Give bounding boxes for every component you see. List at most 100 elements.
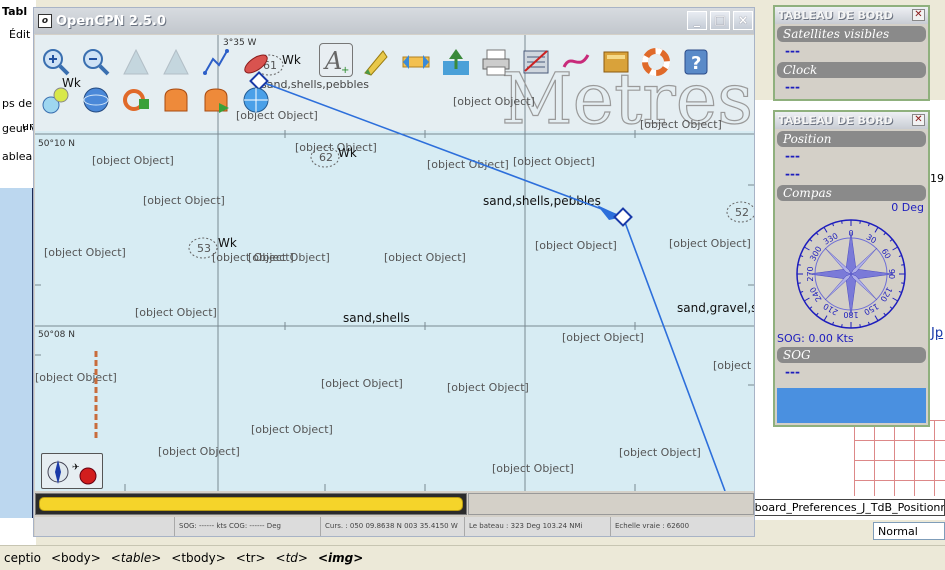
window-titlebar[interactable]: o OpenCPN 2.5.0 _ □ × bbox=[34, 8, 754, 34]
breadcrumb-item[interactable]: <table> bbox=[111, 551, 162, 565]
plugin-icon-2[interactable] bbox=[199, 83, 233, 117]
sounding: [object Object] bbox=[135, 306, 217, 319]
compass-tick bbox=[889, 306, 893, 310]
host-table-grid bbox=[854, 420, 945, 496]
breadcrumb-item: ceptio bbox=[4, 551, 41, 565]
dashboard-value: --- bbox=[785, 149, 800, 163]
compass-tick bbox=[797, 264, 801, 266]
sounding: [object Object] bbox=[92, 154, 174, 167]
status-cursor: Curs. : 050 09.8638 N 003 35.4150 W bbox=[321, 517, 465, 536]
scale-out-icon[interactable] bbox=[159, 45, 193, 79]
dashboard-title[interactable]: TABLEAU DE BORD ✕ bbox=[775, 112, 928, 129]
ship-boat-icon[interactable] bbox=[239, 45, 273, 79]
status-sog-cog: SOG: ------ kts COG: ------ Deg bbox=[175, 517, 321, 536]
sounding: [object Object] bbox=[35, 371, 117, 384]
plugin-icon-1[interactable] bbox=[159, 83, 193, 117]
circled-depth: 62 bbox=[319, 151, 333, 164]
breadcrumb-item[interactable]: <body> bbox=[51, 551, 101, 565]
sounding: [object Object] bbox=[669, 237, 751, 250]
sounding: [object Object] bbox=[251, 423, 333, 436]
host-fragment: 19p bbox=[930, 172, 945, 185]
style-select[interactable]: Normal bbox=[873, 522, 945, 540]
sounding: [object Object] bbox=[492, 462, 574, 475]
host-menu-fragment[interactable]: Édit bbox=[9, 28, 30, 41]
north-up-button[interactable]: ✈ bbox=[41, 453, 103, 489]
progress-empty-area bbox=[468, 493, 754, 515]
close-button[interactable]: × bbox=[733, 11, 753, 30]
seabed-label: sand,shells,pebbles bbox=[483, 194, 601, 208]
svg-text:A: A bbox=[323, 47, 342, 75]
dashboard-value: --- bbox=[785, 80, 800, 94]
compass-tick bbox=[815, 312, 819, 316]
html-breadcrumb: ceptio <body> <table> <tbody> <tr> <td> … bbox=[0, 545, 945, 570]
gps-status-icon[interactable] bbox=[39, 83, 73, 117]
tracking-icon[interactable] bbox=[559, 45, 593, 79]
text-a-icon[interactable]: A + bbox=[319, 43, 353, 77]
lifering-icon[interactable] bbox=[639, 45, 673, 79]
seabed-label: sand,shells bbox=[343, 311, 410, 325]
mob-icon[interactable] bbox=[119, 83, 153, 117]
dashboard-panel-1: TABLEAU DE BORD ✕ Satellites visibles --… bbox=[773, 5, 930, 101]
sounding: [object Object] bbox=[143, 194, 225, 207]
route-waypoint[interactable] bbox=[613, 207, 633, 227]
minimize-button[interactable]: _ bbox=[687, 11, 707, 30]
host-link-fragment[interactable]: Jp bbox=[931, 326, 943, 341]
breadcrumb-item[interactable]: <td> bbox=[276, 551, 308, 565]
globe-icon[interactable] bbox=[79, 83, 113, 117]
print-icon[interactable] bbox=[479, 45, 513, 79]
sounding: [object Object] bbox=[384, 251, 466, 264]
compass-tick bbox=[892, 297, 899, 302]
maximize-button[interactable]: □ bbox=[710, 11, 730, 30]
dashboard-section-label: Compas bbox=[777, 185, 926, 201]
compass-tick bbox=[823, 315, 828, 322]
window-title: OpenCPN 2.5.0 bbox=[56, 13, 166, 29]
route-icon[interactable] bbox=[199, 45, 233, 79]
host-field-fragment: ps de bbox=[2, 97, 32, 110]
compass-dial: 0306090120150180210240270300330 bbox=[796, 219, 906, 329]
scale-in-icon[interactable] bbox=[119, 45, 153, 79]
main-toolbar: A + ? bbox=[37, 39, 725, 121]
zoom-out-icon[interactable] bbox=[79, 45, 113, 79]
compass-rose-icon[interactable] bbox=[239, 83, 273, 117]
sounding: [object Object] bbox=[513, 155, 595, 168]
chart-canvas[interactable]: Metres 50°10 N 50°08 N 3°35 W [object Ob… bbox=[35, 35, 754, 491]
dashboard-section-label: Clock bbox=[777, 62, 926, 78]
lat-label: 50°10 N bbox=[38, 139, 75, 149]
progress-fill bbox=[39, 497, 463, 511]
sounding: [object Object] bbox=[535, 239, 617, 252]
compass-tick bbox=[809, 238, 813, 242]
dashboard-close-icon[interactable]: ✕ bbox=[912, 114, 925, 126]
breadcrumb-item[interactable]: <tr> bbox=[236, 551, 266, 565]
data-icon[interactable] bbox=[599, 45, 633, 79]
host-left-panel: Tabl Édit ps de geur v unk ableau bbox=[0, 0, 42, 545]
compass-heading: 0 Deg bbox=[891, 201, 924, 214]
breadcrumb-item[interactable]: <tbody> bbox=[171, 551, 226, 565]
circled-depth: 53 bbox=[197, 242, 211, 255]
dashboard-value: --- bbox=[785, 44, 800, 58]
dashboard-value: --- bbox=[785, 167, 800, 181]
compass-tick bbox=[815, 232, 819, 236]
sounding: [object Object] bbox=[562, 331, 644, 344]
compass-tick bbox=[841, 220, 843, 224]
breadcrumb-item[interactable]: <img> bbox=[318, 551, 363, 565]
dashboard-close-icon[interactable]: ✕ bbox=[912, 9, 925, 21]
sounding: [object Object] bbox=[295, 141, 377, 154]
zoom-in-icon[interactable] bbox=[39, 45, 73, 79]
help-icon[interactable]: ? bbox=[679, 45, 713, 79]
follow-icon[interactable] bbox=[439, 45, 473, 79]
compass-tick bbox=[901, 282, 905, 284]
dashboard-section-label: Satellites visibles bbox=[777, 26, 926, 42]
settings-icon[interactable] bbox=[519, 45, 553, 79]
lat-label: 50°08 N bbox=[38, 330, 75, 340]
compass-tick bbox=[823, 226, 828, 233]
host-title-fragment: Tabl bbox=[2, 5, 28, 18]
ais-icon[interactable] bbox=[399, 45, 433, 79]
status-scale: Echelle vraie : 62600 bbox=[615, 522, 690, 530]
svg-text:+: + bbox=[341, 65, 349, 75]
dashboard-value: --- bbox=[785, 365, 800, 379]
current-tide-icon[interactable] bbox=[359, 45, 393, 79]
progress-bar bbox=[35, 493, 467, 515]
dashboard-title[interactable]: TABLEAU DE BORD ✕ bbox=[775, 7, 928, 24]
circled-depth: 52 bbox=[735, 206, 749, 219]
compass-tick-label: 60 bbox=[880, 247, 893, 260]
